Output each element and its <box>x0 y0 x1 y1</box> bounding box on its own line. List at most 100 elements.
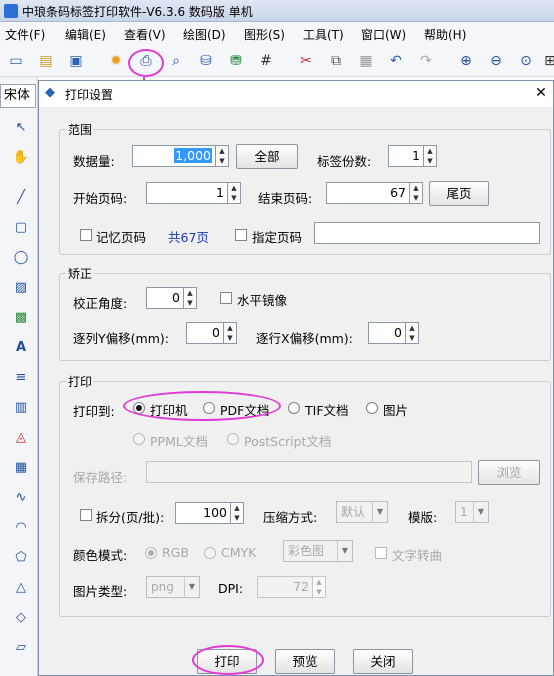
x-offset-spinner[interactable]: ▲ ▼ <box>406 322 419 344</box>
range-group: 范围 数据量: 1,000 ▲ ▼ 全部 标签份数: 1 ▲ ▼ 开始页码: 1 ▲… <box>59 121 551 255</box>
triangle-tool-icon[interactable]: △ <box>10 577 32 599</box>
radio-image-label: 图片 <box>383 403 409 418</box>
print-preview-icon[interactable]: ⌕ <box>166 51 186 71</box>
parallelogram-tool-icon[interactable]: ▱ <box>10 637 32 659</box>
split-spinner[interactable]: ▲ ▼ <box>231 502 244 524</box>
compress-label: 压缩方式: <box>263 510 318 525</box>
image-type-combo[interactable]: png ▼ <box>146 576 200 598</box>
zoom-in-icon[interactable]: ⊕ <box>456 51 476 71</box>
barcode-tool-icon[interactable]: ▥ <box>10 397 32 419</box>
label-copies-spinner[interactable]: ▲ ▼ <box>424 145 437 167</box>
last-page-button[interactable]: 尾页 <box>429 181 489 206</box>
all-button[interactable]: 全部 <box>236 144 298 169</box>
text-convert-checkbox[interactable] <box>375 547 387 559</box>
save-path-field[interactable] <box>146 461 472 483</box>
menu-file[interactable]: 文件(F) <box>5 26 45 43</box>
radio-postscript[interactable] <box>227 433 239 445</box>
text-tool-icon[interactable]: A <box>10 337 32 359</box>
mirror-checkbox[interactable] <box>220 292 232 304</box>
diamond-tool-icon[interactable]: ◇ <box>10 607 32 629</box>
print-to-label: 打印到: <box>73 404 115 419</box>
dialog-app-icon: ◆ <box>45 85 55 100</box>
bezier-tool-icon[interactable]: ◬ <box>10 427 32 449</box>
y-offset-spinner[interactable]: ▲ ▼ <box>224 322 237 344</box>
split-checkbox[interactable] <box>80 509 92 521</box>
grid-icon[interactable]: # <box>256 51 276 71</box>
range-group-title: 范围 <box>66 121 95 138</box>
chevron-down-icon: ▼ <box>184 577 199 597</box>
qrcode-tool-icon[interactable]: ▦ <box>10 457 32 479</box>
radio-tif[interactable] <box>288 402 300 414</box>
menu-tools[interactable]: 工具(T) <box>303 26 344 43</box>
x-offset-field[interactable]: 0 <box>368 322 406 344</box>
picture-tool-icon[interactable]: ▩ <box>10 307 32 329</box>
start-page-spinner[interactable]: ▲ ▼ <box>228 182 241 204</box>
compress-combo[interactable]: 默认 ▼ <box>336 501 388 523</box>
browse-button[interactable]: 浏览 <box>478 460 540 485</box>
menu-shape[interactable]: 图形(S) <box>244 26 285 43</box>
label-copies-field[interactable]: 1 <box>388 145 424 167</box>
menu-edit[interactable]: 编辑(E) <box>65 26 106 43</box>
y-offset-field[interactable]: 0 <box>186 322 224 344</box>
menu-help[interactable]: 帮助(H) <box>424 26 466 43</box>
undo-icon[interactable]: ↶ <box>386 51 406 71</box>
polygon-tool-icon[interactable]: ⬠ <box>10 547 32 569</box>
start-page-field[interactable]: 1 <box>146 182 228 204</box>
copy-icon[interactable]: ⧉ <box>326 51 346 71</box>
database-icon[interactable]: ⛁ <box>196 51 216 71</box>
font-name-box[interactable]: 宋体 <box>0 84 36 108</box>
split-field[interactable]: 100 <box>175 502 231 524</box>
radio-ppml[interactable] <box>133 433 145 445</box>
zoom-fit-icon[interactable]: ⊙ <box>516 51 536 71</box>
image-type-label: 图片类型: <box>73 584 128 599</box>
more-tools-icon[interactable]: ⊞ <box>540 51 554 71</box>
paragraph-tool-icon[interactable]: ≡ <box>10 367 32 389</box>
arc-tool-icon[interactable]: ◠ <box>10 517 32 539</box>
color-combo[interactable]: 彩色图 ▼ <box>283 540 353 562</box>
zoom-out-icon[interactable]: ⊖ <box>486 51 506 71</box>
preview-button[interactable]: 预览 <box>275 649 335 674</box>
paste-icon[interactable]: ▦ <box>356 51 376 71</box>
app-icon <box>4 4 18 18</box>
radio-cmyk[interactable] <box>204 547 216 559</box>
cut-icon[interactable]: ✂ <box>296 51 316 71</box>
color-mode-label: 颜色模式: <box>73 548 128 563</box>
ellipse-tool-icon[interactable]: ◯ <box>10 247 32 269</box>
settings-gear-icon[interactable]: ✹ <box>106 51 126 71</box>
rounded-rect-tool-icon[interactable]: ▢ <box>10 217 32 239</box>
end-page-field[interactable]: 67 <box>326 182 410 204</box>
angle-spinner[interactable]: ▲ ▼ <box>184 287 197 309</box>
database-settings-icon[interactable]: ⛃ <box>226 51 246 71</box>
redo-icon[interactable]: ↷ <box>416 51 436 71</box>
title-bar: 中琅条码标签打印软件-V6.3.6 数码版 单机 <box>0 0 554 22</box>
menu-draw[interactable]: 绘图(D) <box>183 26 226 43</box>
remember-page-checkbox[interactable] <box>80 229 92 241</box>
dpi-spinner[interactable]: ▲ ▼ <box>313 576 326 598</box>
end-page-spinner[interactable]: ▲ ▼ <box>410 182 423 204</box>
angle-field[interactable]: 0 <box>146 287 184 309</box>
radio-rgb[interactable] <box>145 547 157 559</box>
specify-page-checkbox[interactable] <box>235 229 247 241</box>
pan-hand-icon[interactable]: ✋ <box>10 147 32 169</box>
save-path-label: 保存路径: <box>73 470 128 485</box>
close-button[interactable]: 关闭 <box>353 649 413 674</box>
menu-window[interactable]: 窗口(W) <box>361 26 406 43</box>
radio-image[interactable] <box>366 402 378 414</box>
dpi-field[interactable]: 72 <box>257 576 313 598</box>
radio-tif-label: TIF文档 <box>305 403 349 418</box>
chevron-down-icon: ▼ <box>372 502 387 522</box>
menu-view[interactable]: 查看(V) <box>124 26 166 43</box>
template-combo[interactable]: 1 ▼ <box>455 501 489 523</box>
image-tool-icon[interactable]: ▨ <box>10 277 32 299</box>
open-folder-icon[interactable]: ▤ <box>36 51 56 71</box>
specify-page-field[interactable] <box>314 222 540 244</box>
new-file-icon[interactable]: ▭ <box>6 51 26 71</box>
data-count-spinner[interactable]: ▲ ▼ <box>216 145 229 167</box>
correction-group-title: 矫正 <box>66 265 95 282</box>
data-count-field[interactable]: 1,000 <box>132 145 216 167</box>
line-tool-icon[interactable]: ╱ <box>10 187 32 209</box>
curve-tool-icon[interactable]: ∿ <box>10 487 32 509</box>
close-icon[interactable]: ✕ <box>533 85 549 101</box>
save-icon[interactable]: ▣ <box>66 51 86 71</box>
select-pointer-icon[interactable]: ↖ <box>10 117 32 139</box>
